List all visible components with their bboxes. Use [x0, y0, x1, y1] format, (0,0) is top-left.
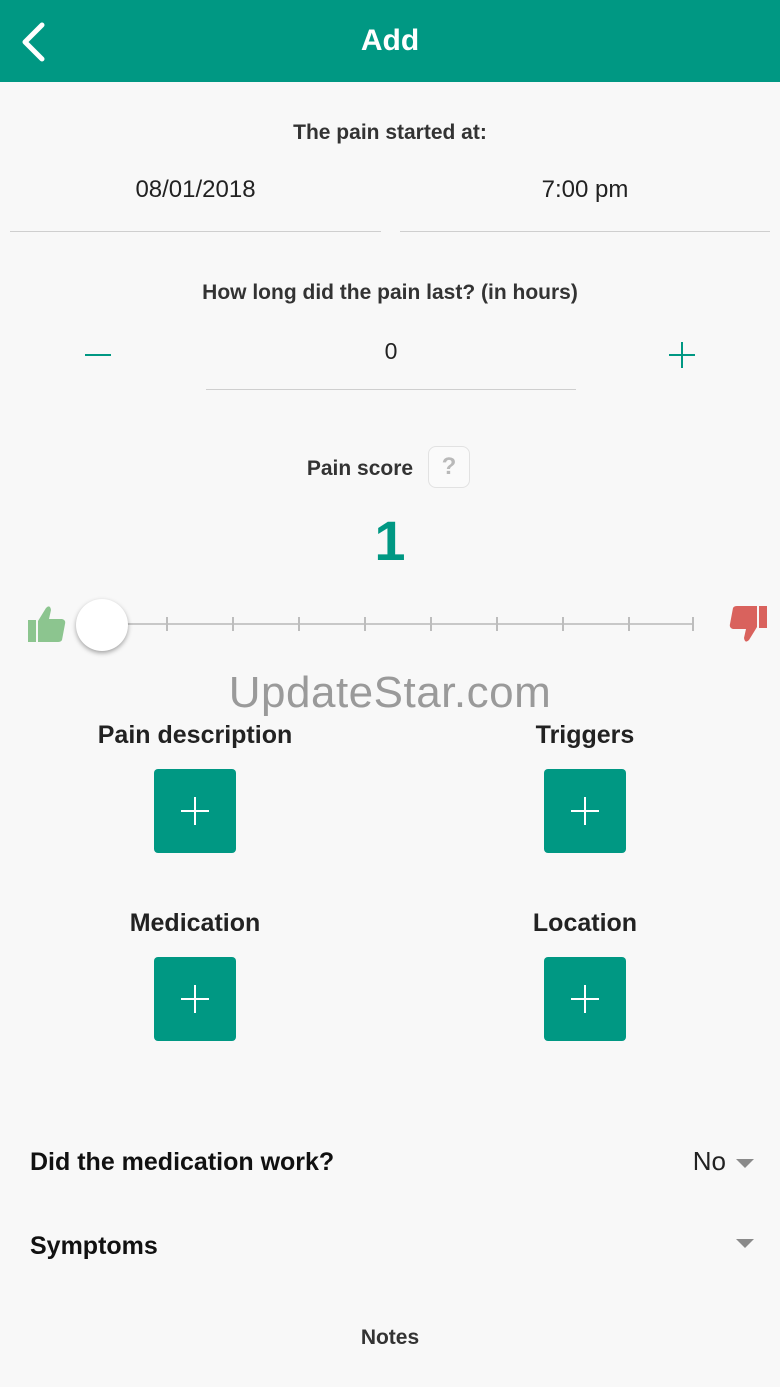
symptoms-label: Symptoms	[30, 1232, 158, 1260]
duration-label: How long did the pain last? (in hours)	[202, 281, 578, 304]
decrease-duration-button[interactable]	[68, 325, 128, 385]
slider-track[interactable]	[100, 623, 694, 625]
start-time-value: 7:00 pm	[541, 176, 629, 203]
watermark: UpdateStar.com	[228, 668, 552, 717]
plus-icon	[181, 797, 209, 825]
start-time-field[interactable]: 7:00 pm	[400, 172, 770, 232]
start-label: The pain started at:	[293, 121, 487, 144]
page-title: Add	[360, 24, 420, 57]
slider-tick	[562, 617, 564, 631]
slider-tick	[166, 617, 168, 631]
medication-label: Medication	[129, 909, 261, 937]
pain-score-slider[interactable]	[0, 590, 780, 660]
plus-icon	[181, 985, 209, 1013]
slider-tick	[496, 617, 498, 631]
medication-work-value: No	[692, 1146, 726, 1176]
symptoms-dropdown[interactable]	[736, 1236, 754, 1248]
plus-icon	[571, 985, 599, 1013]
minus-icon	[85, 354, 111, 356]
slider-tick	[298, 617, 300, 631]
back-button[interactable]	[8, 14, 58, 70]
start-date-field[interactable]: 08/01/2018	[10, 172, 381, 232]
slider-tick	[628, 617, 630, 631]
duration-input[interactable]: 0	[206, 334, 576, 390]
medication-work-label: Did the medication work?	[30, 1148, 335, 1176]
plus-icon	[571, 797, 599, 825]
thumbs-down-icon	[729, 606, 767, 642]
start-date-value: 08/01/2018	[135, 176, 256, 203]
back-arrow-icon	[22, 22, 45, 62]
caret-down-icon	[736, 1239, 754, 1248]
slider-thumb[interactable]	[76, 599, 128, 651]
add-location-button[interactable]	[544, 957, 626, 1041]
help-icon: ?	[441, 453, 457, 480]
duration-value: 0	[384, 338, 398, 364]
add-triggers-button[interactable]	[544, 769, 626, 853]
slider-tick	[430, 617, 432, 631]
top-app-bar: Add	[0, 0, 780, 82]
caret-down-icon	[736, 1158, 754, 1168]
pain-score-help-button[interactable]: ?	[428, 446, 470, 488]
pain-score-value: 1	[374, 509, 406, 572]
thumbs-up-icon	[28, 606, 66, 642]
notes-label: Notes	[360, 1326, 420, 1349]
app-screen: Add The pain started at: 08/01/2018 7:00…	[0, 0, 780, 1387]
location-label: Location	[532, 909, 638, 937]
slider-tick	[692, 617, 694, 631]
increase-duration-button[interactable]	[652, 325, 712, 385]
add-pain-description-button[interactable]	[154, 769, 236, 853]
triggers-label: Triggers	[535, 721, 635, 749]
medication-work-dropdown[interactable]: No	[693, 1146, 754, 1177]
pain-description-label: Pain description	[97, 721, 293, 749]
add-medication-button[interactable]	[154, 957, 236, 1041]
slider-tick	[232, 617, 234, 631]
slider-tick	[364, 617, 366, 631]
pain-score-label: Pain score	[306, 457, 414, 480]
plus-icon	[669, 342, 695, 368]
